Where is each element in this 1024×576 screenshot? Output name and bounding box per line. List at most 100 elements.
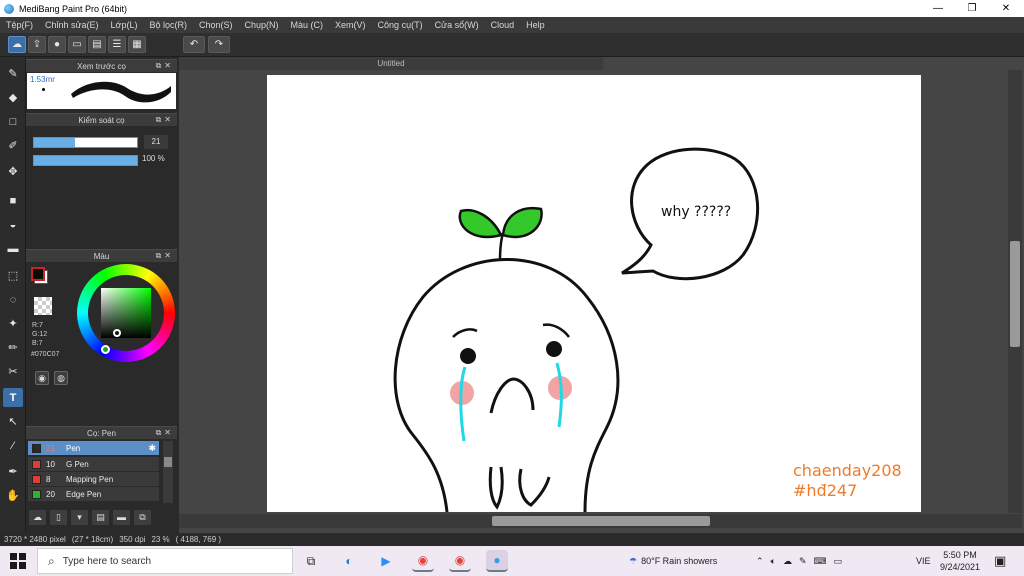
gradient-tool-icon[interactable]: ▬ (3, 239, 23, 258)
onedrive-icon[interactable]: ☁ (783, 556, 792, 567)
brush-control-header[interactable]: Kiểm soát cọ ⧉✕ (26, 113, 177, 126)
weather-widget[interactable]: ☂ 80°F Rain showers (629, 546, 717, 576)
select-tool-icon[interactable]: ⬚ (3, 266, 23, 285)
restore-button[interactable]: ❐ (955, 0, 989, 17)
brush-item[interactable]: 10 G Pen (28, 457, 159, 472)
brush-item[interactable]: 20 Edge Pen (28, 487, 159, 502)
menu-view[interactable]: Xem(V) (329, 20, 372, 30)
preview-panel-title: Xem trước cọ (77, 61, 126, 71)
menu-edit[interactable]: Chỉnh sửa(E) (39, 20, 105, 30)
task-view-icon[interactable]: ⧉ (300, 550, 322, 572)
brush-opacity-slider[interactable] (33, 155, 138, 166)
fill-rect-tool-icon[interactable]: ■ (3, 191, 23, 210)
speech-text: why ????? (661, 204, 732, 220)
keyboard-icon[interactable]: ⌨ (814, 556, 827, 567)
text-tool-icon[interactable]: T (3, 388, 23, 407)
transparent-color-swatch[interactable] (34, 297, 52, 315)
minimize-button[interactable]: — (921, 0, 955, 17)
menu-select[interactable]: Chọn(S) (193, 20, 239, 30)
preview-panel-header[interactable]: Xem trước cọ ⧉✕ (26, 59, 177, 72)
panel-buttons-icon[interactable]: ⧉✕ (156, 251, 174, 261)
comment-icon[interactable]: ● (48, 36, 66, 53)
chrome-icon[interactable]: ◉ (412, 550, 434, 572)
select-pen-tool-icon[interactable]: ✏ (3, 338, 23, 357)
palette-settings-icon[interactable]: ◍ (54, 371, 68, 385)
menu-capture[interactable]: Chụp(N) (239, 20, 285, 30)
medibang-taskbar-icon[interactable]: ● (486, 550, 508, 572)
tool-column: ✎ ◆ □ ✐ ✥ ■ ◒ ▬ ⬚ ◌ ✦ ✏ ✂ T ↖ ⁄ ✒ ✋ (0, 57, 26, 533)
add-brush-icon[interactable]: ▾ (71, 510, 88, 525)
pen-tool-icon[interactable]: ✐ (3, 136, 23, 155)
menu-tools[interactable]: Công cụ(T) (372, 20, 429, 30)
close-button[interactable]: ✕ (989, 0, 1023, 17)
bucket-tool-icon[interactable]: ◒ (3, 215, 23, 234)
cloud-brush-icon[interactable]: ☁ (29, 510, 46, 525)
brush-size-value[interactable]: 21 (144, 135, 168, 149)
cloud-icon[interactable]: ☁ (8, 36, 26, 53)
input-language[interactable]: VIE (916, 546, 931, 576)
sv-picker-handle[interactable] (113, 329, 121, 337)
operation-tool-icon[interactable]: ↖ (3, 412, 23, 431)
palette-icon[interactable]: ◉ (35, 371, 49, 385)
hue-picker-handle[interactable] (101, 345, 110, 354)
gear-icon[interactable]: ✱ (148, 443, 156, 454)
notifications-icon[interactable]: ▣ (994, 546, 1006, 576)
doc-icon[interactable]: ▤ (88, 36, 106, 53)
clock[interactable]: 5:50 PM 9/24/2021 (940, 546, 980, 576)
chevron-up-icon[interactable]: ⌃ (756, 556, 764, 567)
list-icon[interactable]: ☰ (108, 36, 126, 53)
brush-opacity-fill (34, 156, 137, 165)
brush-list-header[interactable]: Cọ: Pen ⧉✕ (26, 426, 177, 439)
menu-window[interactable]: Cửa sổ(W) (429, 20, 485, 30)
brush-properties-icon[interactable]: ▤ (92, 510, 109, 525)
brush-item[interactable]: 21 Pen ✱ (28, 441, 159, 456)
menu-color[interactable]: Màu (C) (285, 20, 330, 30)
menu-file[interactable]: Tệp(F) (0, 20, 39, 30)
brush-item[interactable]: 8 Mapping Pen (28, 472, 159, 487)
lasso-tool-icon[interactable]: ◌ (3, 290, 23, 309)
menu-layer[interactable]: Lớp(L) (105, 20, 144, 30)
saturation-value-square[interactable] (101, 288, 151, 338)
divide-tool-icon[interactable]: ✒ (3, 462, 23, 481)
brush-list-scrollbar[interactable] (163, 441, 173, 503)
grid-icon[interactable]: ▦ (128, 36, 146, 53)
chrome-profile-icon[interactable]: ◉ (449, 550, 471, 572)
shape-tool-icon[interactable]: □ (3, 112, 23, 131)
menu-cloud[interactable]: Cloud (485, 20, 521, 30)
brush-list-scroll-thumb[interactable] (164, 457, 172, 467)
brush-tool-icon[interactable]: ✎ (3, 64, 23, 83)
move-tool-icon[interactable]: ✥ (3, 162, 23, 181)
document-tab[interactable]: Untitled (179, 57, 603, 70)
hand-tool-icon[interactable]: ✋ (3, 486, 23, 505)
brush-size-slider[interactable] (33, 137, 138, 148)
color-panel-header[interactable]: Màu ⧉✕ (26, 249, 177, 262)
panel-buttons-icon[interactable]: ⧉✕ (156, 428, 174, 438)
display-icon[interactable]: ▭ (834, 556, 843, 567)
toolbar: ☁ ⇪ ● ▭ ▤ ☰ ▦ ↶ ↷ (0, 33, 1024, 57)
share-icon[interactable]: ⇪ (28, 36, 46, 53)
chat-icon[interactable]: ▭ (68, 36, 86, 53)
foreground-color-swatch[interactable] (31, 267, 45, 281)
panel-buttons-icon[interactable]: ⧉✕ (156, 61, 174, 71)
new-brush-icon[interactable]: ▯ (50, 510, 67, 525)
menu-help[interactable]: Help (520, 20, 551, 30)
canvas-paper[interactable]: why ????? chaenday208 #hđ247 (267, 75, 921, 512)
edge-browser-icon[interactable]: ◐ (338, 550, 360, 572)
folder-icon[interactable]: ▬ (113, 510, 130, 525)
eraser-tool-icon[interactable]: ◆ (3, 88, 23, 107)
zoom-app-icon[interactable]: ▶ (375, 550, 397, 572)
undo-icon[interactable]: ↶ (183, 36, 205, 53)
speaker-icon[interactable]: 🔈︎ (771, 556, 776, 567)
vertical-scroll-thumb[interactable] (1010, 241, 1020, 347)
duplicate-brush-icon[interactable]: ⧉ (134, 510, 151, 525)
select-eraser-tool-icon[interactable]: ✂ (3, 362, 23, 381)
start-button[interactable] (0, 546, 36, 576)
pen-icon[interactable]: ✎ (799, 556, 807, 567)
horizontal-scroll-thumb[interactable] (492, 516, 710, 526)
panel-buttons-icon[interactable]: ⧉✕ (156, 115, 174, 125)
redo-icon[interactable]: ↷ (208, 36, 230, 53)
search-box[interactable]: ⌕ Type here to search (37, 548, 293, 574)
dropper-tool-icon[interactable]: ⁄ (3, 436, 23, 455)
menu-filter[interactable]: Bộ lọc(R) (143, 20, 193, 30)
magic-wand-tool-icon[interactable]: ✦ (3, 314, 23, 333)
